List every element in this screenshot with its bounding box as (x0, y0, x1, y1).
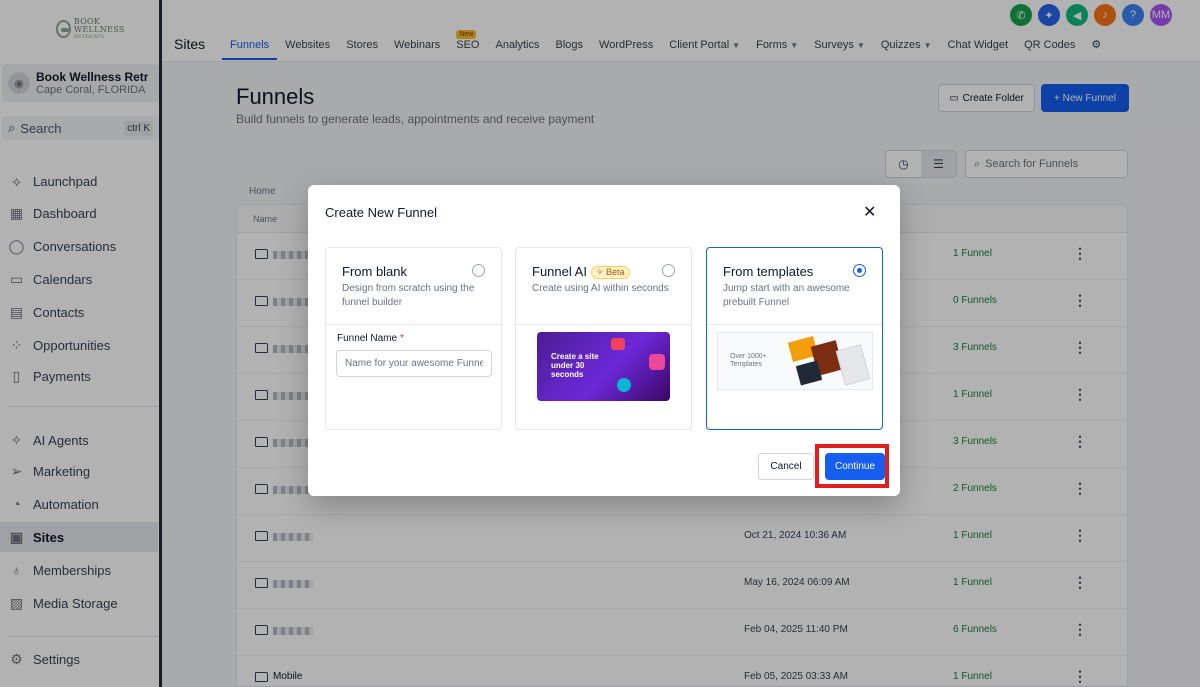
beta-badge: ✧ Beta (590, 266, 630, 279)
option-title-templates: From templates (723, 264, 814, 279)
templates-preview-text: Over 1000+ Templates (730, 353, 767, 368)
ai-preview-text: Create a site under 30 seconds (551, 352, 599, 379)
required-mark: * (400, 333, 404, 344)
option-desc-templates: Jump start with an awesome prebuilt Funn… (723, 283, 850, 308)
option-desc-blank: Design from scratch using the funnel bui… (342, 283, 475, 308)
sparkle-icon (649, 354, 665, 370)
template-thumbnail (795, 360, 823, 386)
gear-icon (617, 378, 631, 392)
close-icon[interactable]: ✕ (863, 205, 876, 221)
radio-ai[interactable] (662, 264, 675, 277)
funnel-name-input[interactable] (336, 350, 492, 377)
highlight-box: Continue (815, 444, 889, 488)
ai-preview-image: Create a site under 30 seconds (537, 332, 670, 401)
option-title-ai: Funnel AI (532, 264, 587, 279)
radio-templates[interactable] (853, 264, 866, 277)
cancel-button[interactable]: Cancel (758, 453, 814, 480)
modal-title: Create New Funnel (325, 205, 437, 220)
option-desc-ai: Create using AI within seconds (532, 283, 669, 294)
option-card-templates[interactable]: From templates Jump start with an awesom… (706, 247, 883, 430)
templates-preview-image: Over 1000+ Templates (717, 332, 873, 390)
create-funnel-modal: Create New Funnel ✕ From blank Design fr… (308, 185, 900, 496)
continue-button[interactable]: Continue (825, 453, 885, 480)
option-title-blank: From blank (342, 264, 408, 279)
option-card-ai[interactable]: Funnel AI ✧ Beta Create using AI within s… (515, 247, 692, 430)
funnel-name-label: Funnel Name (337, 333, 398, 344)
template-thumbnail (835, 344, 871, 386)
option-card-blank[interactable]: From blank Design from scratch using the… (325, 247, 502, 430)
radio-blank[interactable] (472, 264, 485, 277)
image-icon (611, 338, 625, 350)
